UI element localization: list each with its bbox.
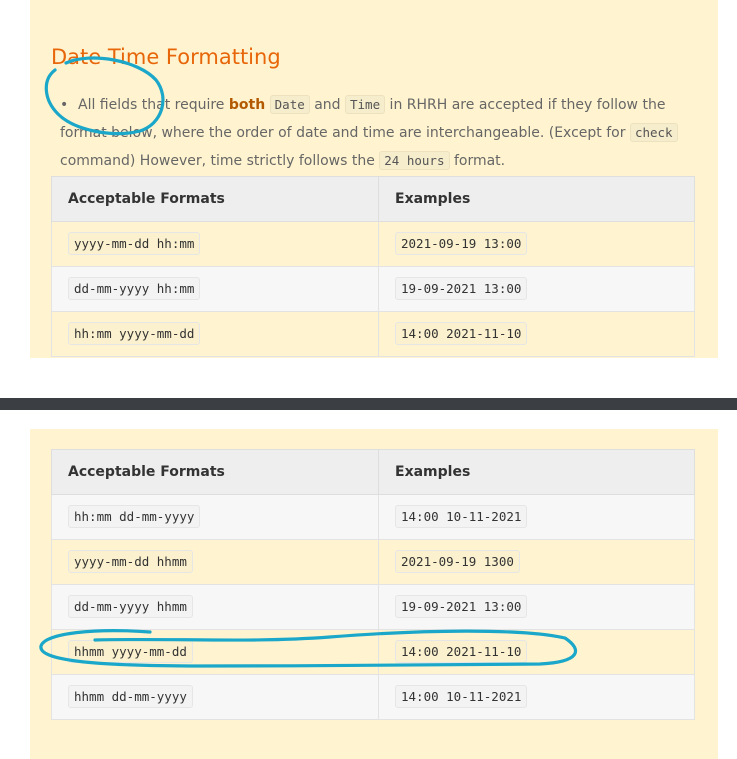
- header-examples: Examples: [378, 176, 695, 222]
- note-text-and: and: [309, 97, 345, 113]
- example-code: 14:00 10-11-2021: [395, 505, 528, 528]
- example-code: 2021-09-19 13:00: [395, 232, 528, 255]
- example-code: 2021-09-19 1300: [395, 550, 520, 573]
- table-header-row: Acceptable Formats Examples: [51, 176, 695, 222]
- format-cell: hh:mm dd-mm-yyyy: [51, 494, 379, 540]
- example-cell: 14:00 10-11-2021: [378, 674, 695, 720]
- table-row: yyyy-mm-dd hh:mm 2021-09-19 13:00: [51, 221, 695, 267]
- code-time: Time: [345, 95, 386, 114]
- table-row: dd-mm-yyyy hh:mm 19-09-2021 13:00: [51, 266, 695, 312]
- example-code: 19-09-2021 13:00: [395, 277, 528, 300]
- format-code: yyyy-mm-dd hhmm: [68, 550, 193, 573]
- table-row: hh:mm yyyy-mm-dd 14:00 2021-11-10: [51, 311, 695, 357]
- format-code: dd-mm-yyyy hh:mm: [68, 277, 201, 300]
- example-code: 14:00 2021-11-10: [395, 640, 528, 663]
- example-code: 19-09-2021 13:00: [395, 595, 528, 618]
- header-acceptable-formats: Acceptable Formats: [51, 449, 379, 495]
- code-check: check: [629, 123, 678, 142]
- header-acceptable-formats: Acceptable Formats: [51, 176, 379, 222]
- formats-table-top: Acceptable Formats Examples yyyy-mm-dd h…: [51, 176, 695, 357]
- format-code: hhmm yyyy-mm-dd: [68, 640, 193, 663]
- screenshot-divider: [0, 398, 737, 410]
- code-24-hours: 24 hours: [379, 151, 450, 170]
- format-code: yyyy-mm-dd hh:mm: [68, 232, 201, 255]
- example-cell: 19-09-2021 13:00: [378, 584, 695, 630]
- format-cell: dd-mm-yyyy hh:mm: [51, 266, 379, 312]
- format-code: hh:mm dd-mm-yyyy: [68, 505, 201, 528]
- note-text-4: format.: [449, 153, 506, 169]
- format-cell: hh:mm yyyy-mm-dd: [51, 311, 379, 357]
- table-row: hh:mm dd-mm-yyyy 14:00 10-11-2021: [51, 494, 695, 540]
- table-header-row: Acceptable Formats Examples: [51, 449, 695, 495]
- format-cell: dd-mm-yyyy hhmm: [51, 584, 379, 630]
- header-examples: Examples: [378, 449, 695, 495]
- example-cell: 2021-09-19 1300: [378, 539, 695, 585]
- table-row: yyyy-mm-dd hhmm 2021-09-19 1300: [51, 539, 695, 585]
- note-paragraph: • All fields that require both Date and T…: [60, 91, 700, 175]
- format-cell: yyyy-mm-dd hh:mm: [51, 221, 379, 267]
- example-code: 14:00 10-11-2021: [395, 685, 528, 708]
- section-title: Date Time Formatting: [51, 45, 281, 69]
- format-cell: hhmm dd-mm-yyyy: [51, 674, 379, 720]
- note-text-3: command) However, time strictly follows …: [60, 153, 380, 169]
- code-date: Date: [269, 95, 310, 114]
- format-cell: hhmm yyyy-mm-dd: [51, 629, 379, 675]
- example-cell: 14:00 10-11-2021: [378, 494, 695, 540]
- table-row: dd-mm-yyyy hhmm 19-09-2021 13:00: [51, 584, 695, 630]
- example-cell: 19-09-2021 13:00: [378, 266, 695, 312]
- formats-table-bottom: Acceptable Formats Examples hh:mm dd-mm-…: [51, 449, 695, 720]
- example-cell: 14:00 2021-11-10: [378, 629, 695, 675]
- example-cell: 2021-09-19 13:00: [378, 221, 695, 267]
- example-cell: 14:00 2021-11-10: [378, 311, 695, 357]
- table-row: hhmm dd-mm-yyyy 14:00 10-11-2021: [51, 674, 695, 720]
- format-cell: yyyy-mm-dd hhmm: [51, 539, 379, 585]
- note-bold-both: both: [228, 97, 266, 113]
- example-code: 14:00 2021-11-10: [395, 322, 528, 345]
- format-code: dd-mm-yyyy hhmm: [68, 595, 193, 618]
- table-row: hhmm yyyy-mm-dd 14:00 2021-11-10: [51, 629, 695, 675]
- format-code: hhmm dd-mm-yyyy: [68, 685, 193, 708]
- format-code: hh:mm yyyy-mm-dd: [68, 322, 201, 345]
- note-text-1: All fields that require: [78, 97, 229, 113]
- bullet-icon: •: [60, 97, 69, 113]
